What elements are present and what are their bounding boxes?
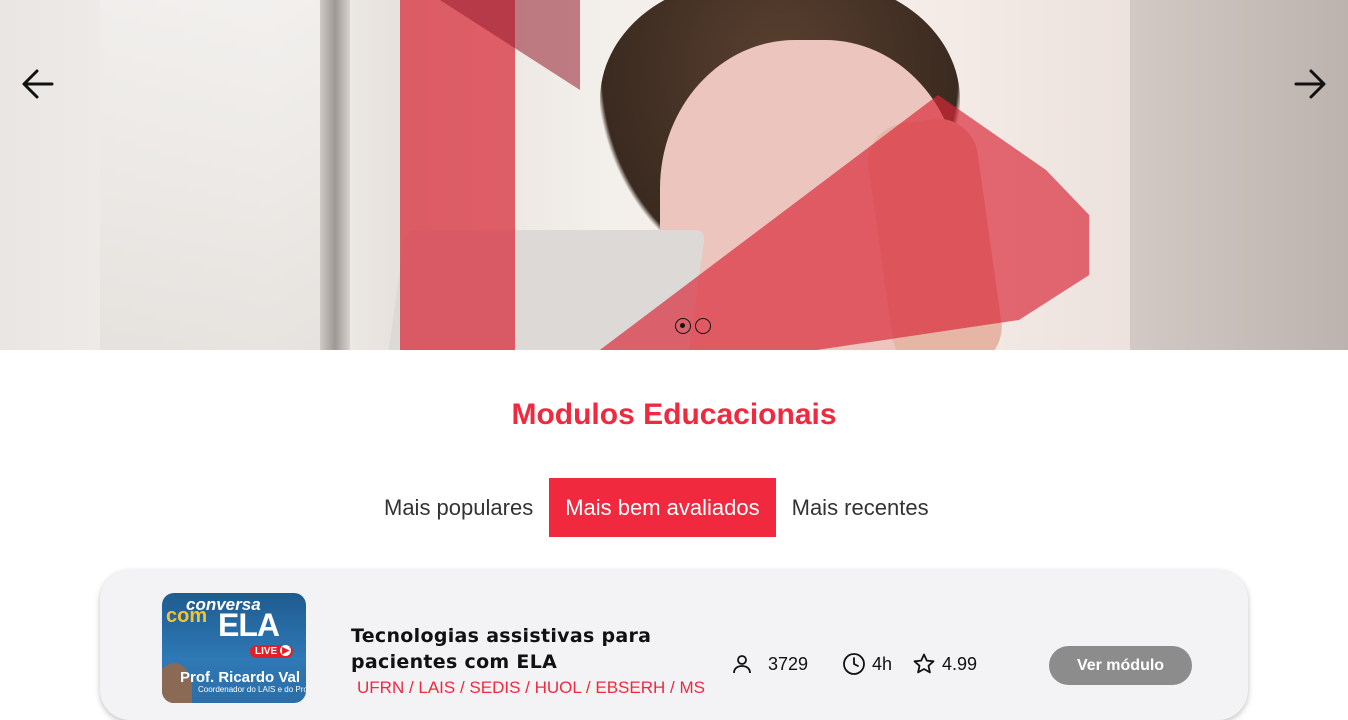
carousel-prev-button[interactable]: [18, 64, 58, 104]
enrolled-value: 3729: [768, 653, 809, 674]
hero-carousel: [0, 0, 1348, 350]
star-icon: [913, 653, 935, 674]
module-card: conversa com ELA LIVE Prof. Ricardo Val …: [100, 570, 1248, 720]
tab-mais-populares[interactable]: Mais populares: [368, 478, 549, 537]
carousel-dot-2[interactable]: [695, 318, 711, 334]
hero-background: [100, 0, 320, 350]
thumbnail-presenter-name: Prof. Ricardo Val: [180, 669, 301, 686]
module-thumbnail[interactable]: conversa com ELA LIVE Prof. Ricardo Val …: [162, 593, 306, 703]
live-badge: LIVE: [250, 645, 294, 658]
duration-value: 4h: [872, 653, 893, 674]
thumbnail-text-ela: ELA: [218, 607, 280, 643]
tab-mais-bem-avaliados[interactable]: Mais bem avaliados: [549, 478, 776, 537]
hero-brand-shape: [400, 0, 515, 350]
enrolled-count: 3729: [730, 652, 808, 676]
carousel-dot-1[interactable]: [675, 318, 691, 334]
arrow-right-icon: [1294, 69, 1326, 99]
clock-icon: [843, 653, 865, 675]
module-partners: UFRN / LAIS / SEDIS / HUOL / EBSERH / MS: [357, 678, 705, 697]
view-module-button[interactable]: Ver módulo: [1049, 646, 1192, 685]
hero-wall: [1130, 0, 1348, 350]
carousel-indicators: [675, 318, 711, 334]
hero-window-frame: [320, 0, 350, 350]
carousel-next-button[interactable]: [1290, 64, 1330, 104]
module-title[interactable]: Tecnologias assistivas para pacientes co…: [351, 623, 671, 675]
thumbnail-caption: Coordenador do LAIS e do Proje: [198, 685, 306, 694]
rating-value: 4.99: [942, 653, 978, 674]
arrow-left-icon: [22, 69, 54, 99]
module-duration: 4h: [842, 652, 892, 676]
module-rating: 4.99: [912, 652, 977, 676]
user-icon: [733, 655, 751, 674]
tab-mais-recentes[interactable]: Mais recentes: [776, 478, 945, 537]
module-filter-tabs: Mais populares Mais bem avaliados Mais r…: [368, 478, 945, 537]
thumbnail-text-com: com: [166, 605, 208, 627]
section-title: Modulos Educacionais: [511, 398, 837, 431]
